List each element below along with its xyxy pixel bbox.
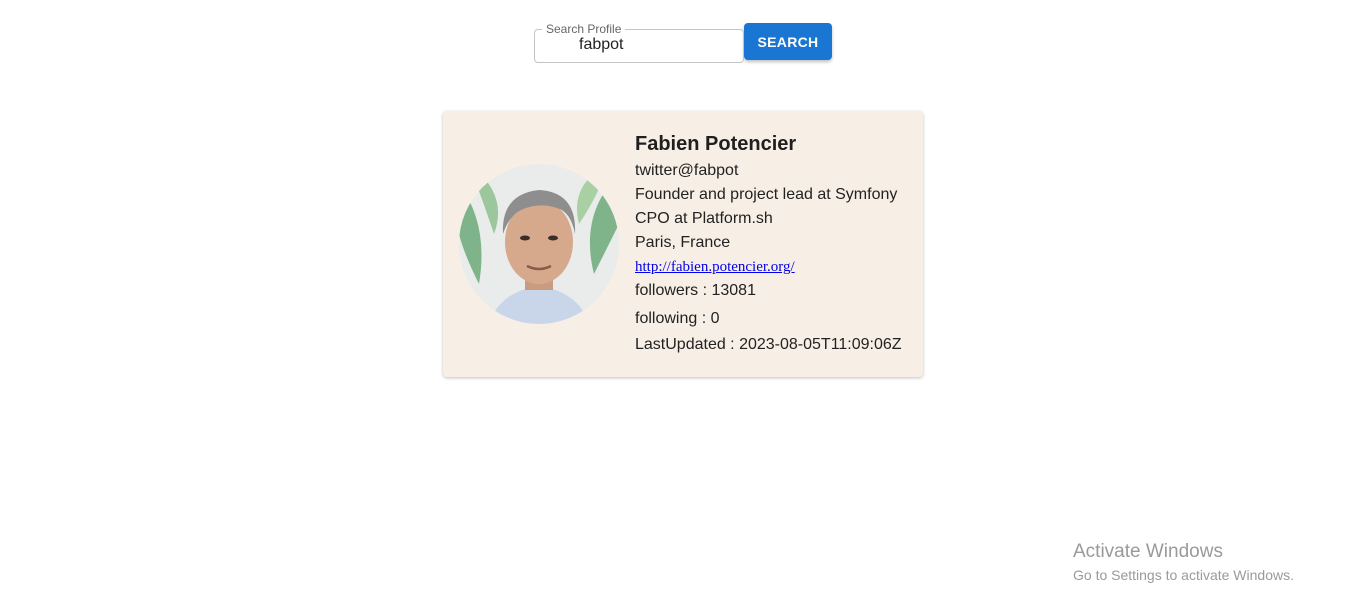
search-field[interactable]: Search Profile <box>534 23 744 63</box>
search-bar: Search Profile SEARCH <box>534 16 832 63</box>
profile-info: Fabien Potencier twitter@fabpot Founder … <box>635 129 915 357</box>
profile-name: Fabien Potencier <box>635 133 797 155</box>
profile-followers: followers : 13081 <box>635 282 756 299</box>
profile-following: following : 0 <box>635 310 720 327</box>
profile-location: Paris, France <box>635 234 731 251</box>
avatar <box>459 164 619 324</box>
watermark-title: Activate Windows <box>1073 541 1223 562</box>
search-input[interactable] <box>534 23 744 63</box>
profile-bio-role: CPO at Platform.sh <box>635 210 773 227</box>
profile-twitter: twitter@fabpot <box>635 162 739 179</box>
app-page: Search Profile SEARCH <box>0 0 1346 613</box>
profile-blog-link[interactable]: http://fabien.potencier.org/ <box>635 259 795 275</box>
profile-card: Fabien Potencier twitter@fabpot Founder … <box>443 111 923 377</box>
watermark-subtitle: Go to Settings to activate Windows. <box>1073 567 1294 583</box>
windows-activation-watermark: Activate Windows Go to Settings to activ… <box>1073 540 1294 586</box>
search-button[interactable]: SEARCH <box>744 23 832 60</box>
profile-last-updated: LastUpdated : 2023-08-05T11:09:06Z <box>635 336 902 353</box>
profile-bio-company: Founder and project lead at Symfony <box>635 186 898 203</box>
avatar-photo-icon <box>459 164 619 324</box>
